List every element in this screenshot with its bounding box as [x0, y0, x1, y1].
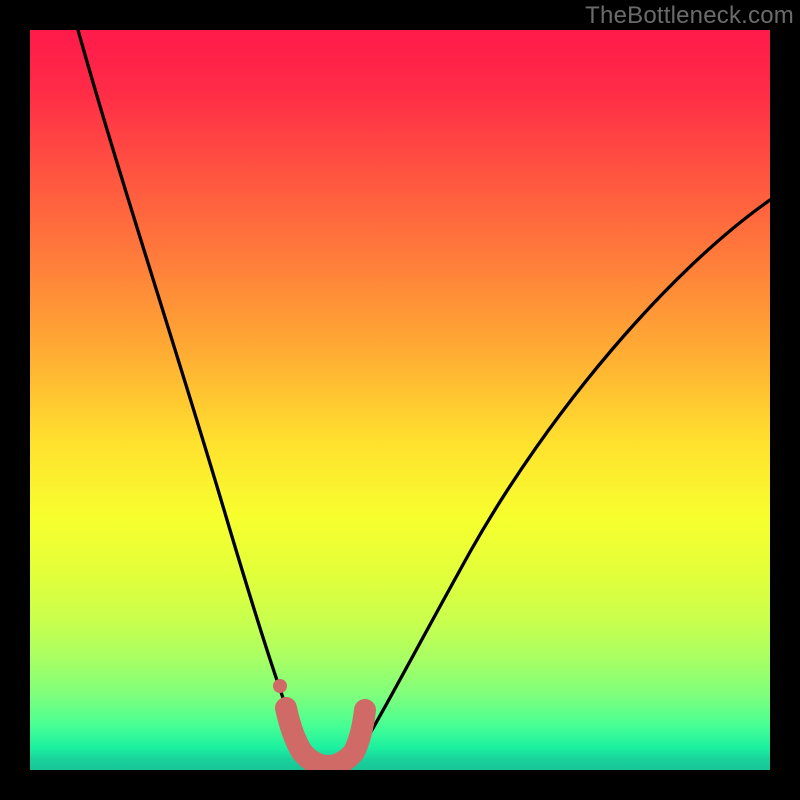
curve-overlay [30, 30, 770, 770]
valley-highlight [286, 708, 365, 766]
watermark-text: TheBottleneck.com [585, 2, 794, 30]
salmon-marker-dot [273, 679, 287, 693]
left-arm-curve [78, 30, 308, 766]
right-arm-curve [350, 200, 770, 766]
plot-frame [30, 30, 770, 770]
